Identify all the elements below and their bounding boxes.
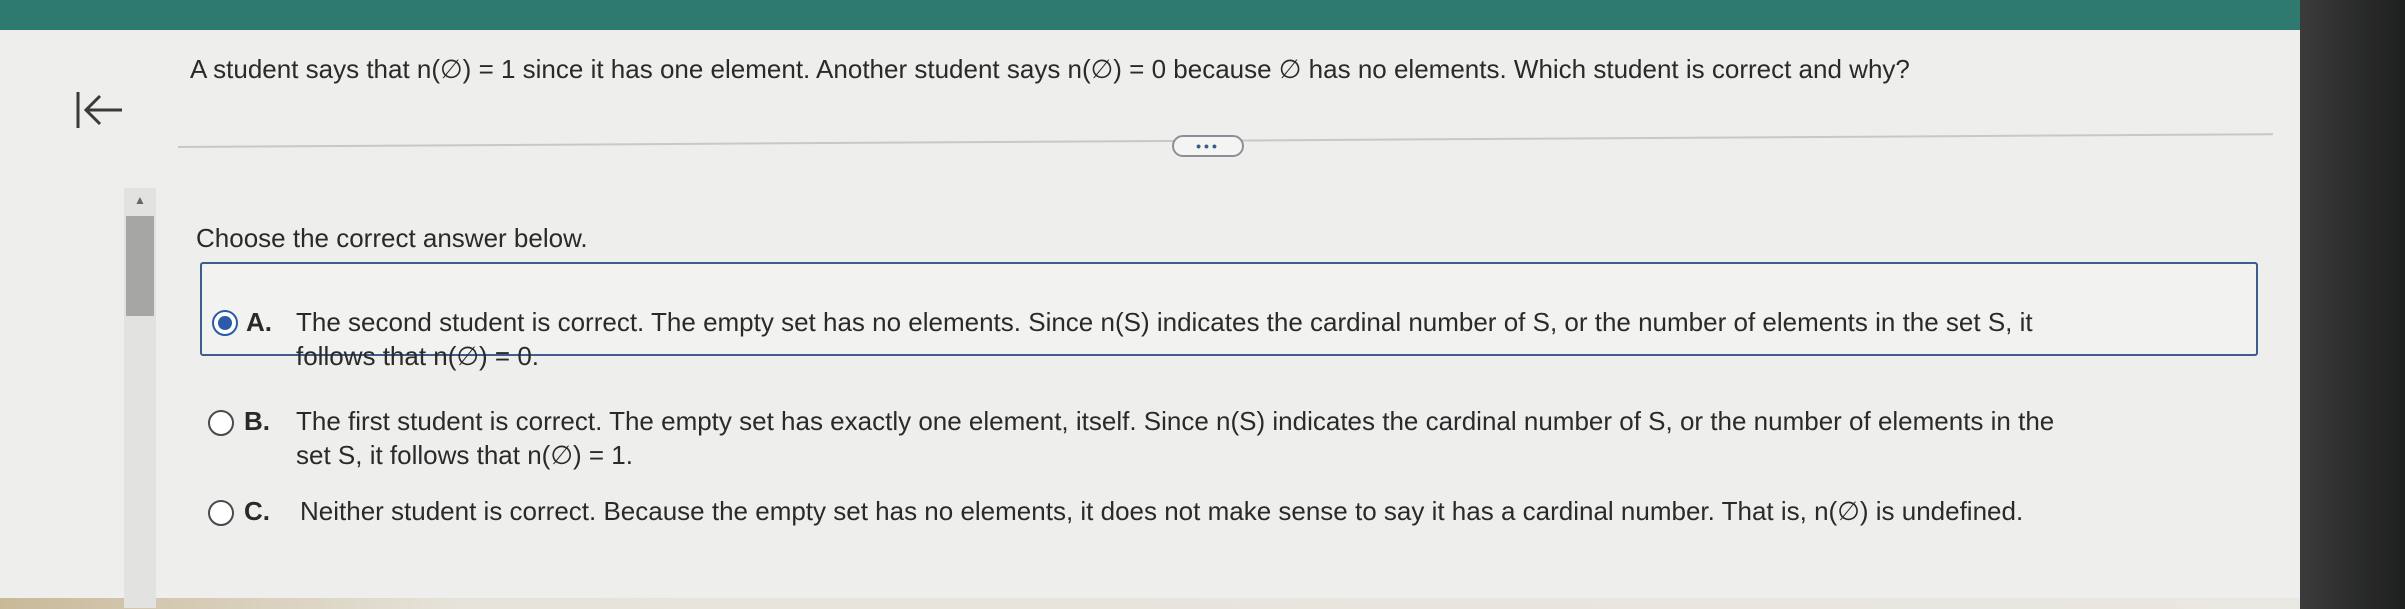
- option-a-letter: A.: [246, 307, 272, 337]
- scroll-up-icon[interactable]: ▲: [124, 188, 156, 212]
- option-b-letter: B.: [244, 406, 270, 436]
- app-header-bar: [0, 0, 2300, 34]
- back-to-start-icon[interactable]: [74, 88, 126, 132]
- radio-option-b[interactable]: [208, 410, 234, 436]
- option-a-line2: follows that n(∅) = 0.: [296, 341, 540, 371]
- answer-option-a[interactable]: A. The second student is correct. The em…: [200, 262, 2258, 371]
- radio-option-c[interactable]: [208, 500, 234, 526]
- answer-option-c[interactable]: C. Neither student is correct. Because t…: [200, 460, 2258, 526]
- option-c-letter: C.: [244, 496, 270, 526]
- option-c-line1: Neither student is correct. Because the …: [300, 496, 2024, 526]
- monitor-bezel: [2300, 0, 2405, 609]
- radio-option-a[interactable]: [212, 310, 238, 336]
- option-a-line1: The second student is correct. The empty…: [296, 307, 2033, 337]
- scrollbar[interactable]: ▲: [124, 188, 156, 608]
- option-b-line1: The first student is correct. The empty …: [296, 406, 2055, 436]
- bottom-edge: [0, 598, 2300, 609]
- answer-option-b[interactable]: B. The first student is correct. The emp…: [200, 370, 2258, 470]
- answer-prompt: Choose the correct answer below.: [196, 223, 588, 253]
- expand-more-button[interactable]: •••: [1172, 135, 1244, 157]
- question-text: A student says that n(∅) = 1 since it ha…: [190, 54, 1910, 84]
- scroll-thumb[interactable]: [126, 216, 154, 316]
